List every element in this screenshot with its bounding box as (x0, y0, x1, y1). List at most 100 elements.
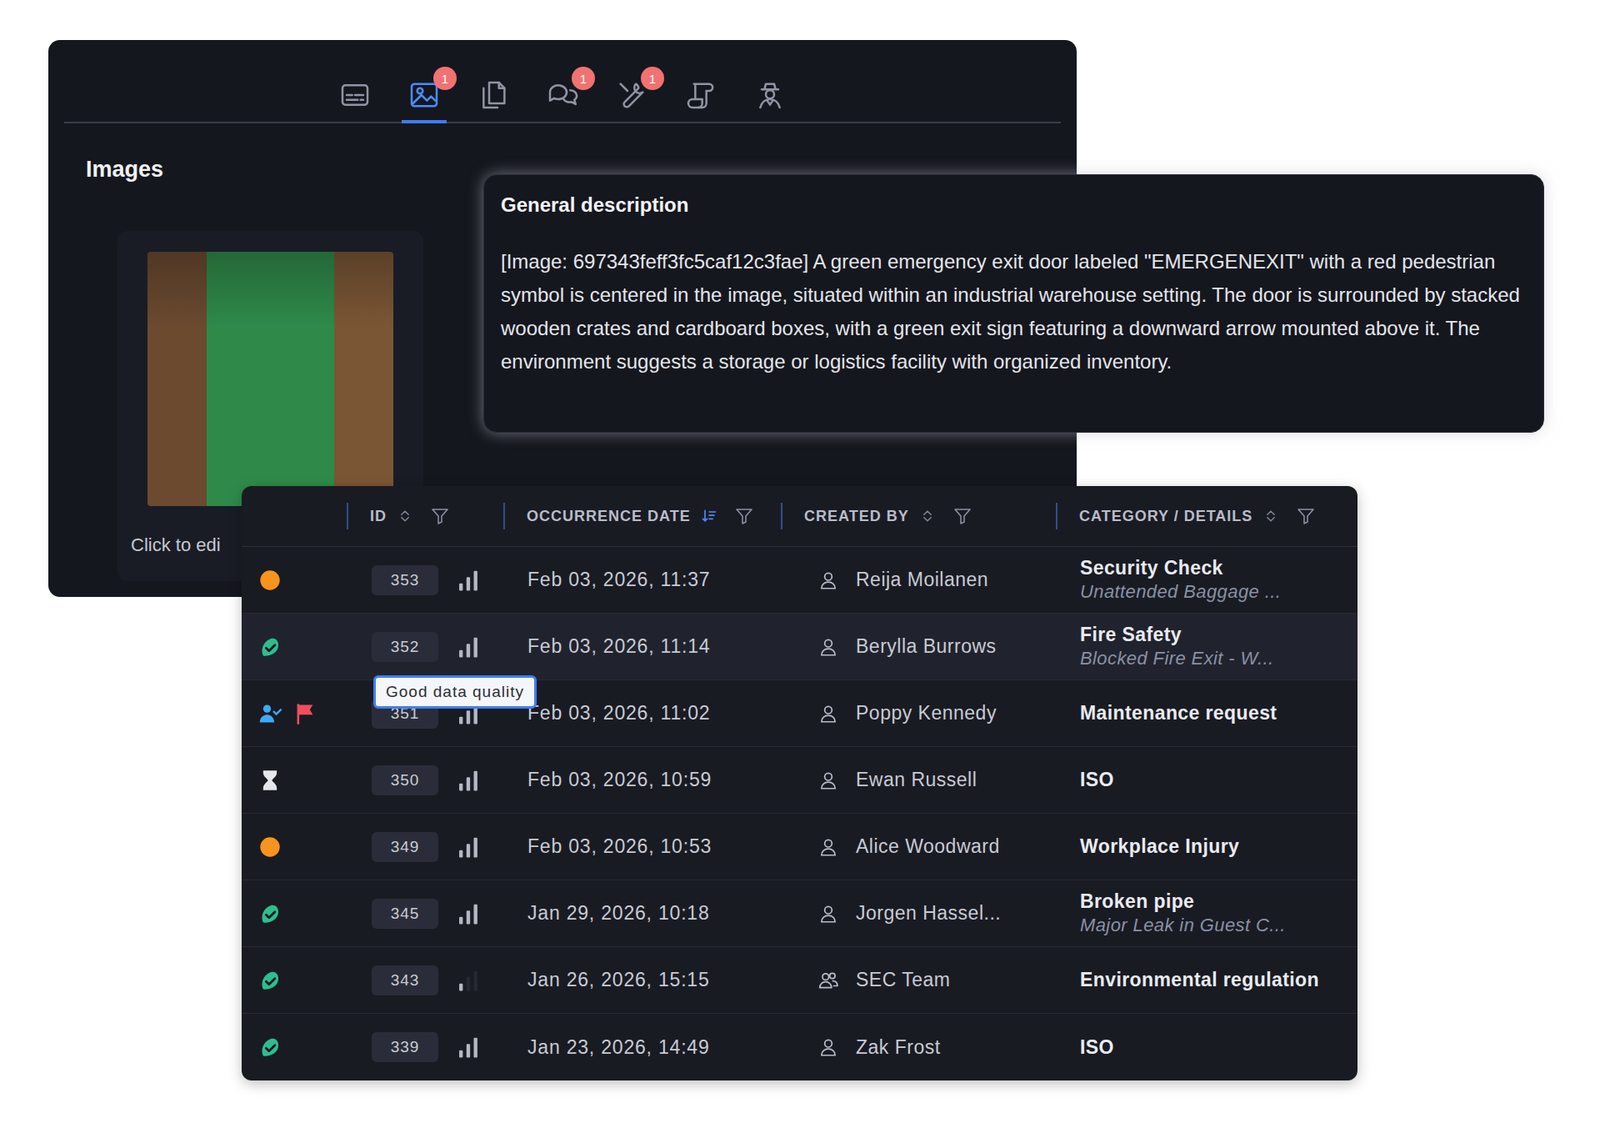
tab-badge: 1 (640, 66, 665, 90)
column-header[interactable]: CATEGORY / DETAILS (1055, 502, 1358, 530)
assigned-icon (258, 701, 282, 725)
image-thumbnail[interactable] (147, 251, 394, 506)
data-quality-icon[interactable] (455, 767, 480, 793)
person-icon (817, 635, 840, 658)
category-details: Unattended Baggage ... (1080, 580, 1353, 604)
creator-name: Zak Frost (855, 1035, 941, 1059)
tab[interactable] (470, 78, 516, 124)
category: ISO (1080, 1035, 1353, 1060)
id-badge[interactable]: 352 (371, 631, 439, 662)
table-row[interactable]: 349 Feb 03, 2026, 10:53 Alice Woodward W… (241, 813, 1358, 880)
tab[interactable] (332, 78, 378, 124)
tab[interactable]: 1 (401, 78, 447, 124)
id-badge[interactable]: 343 (371, 965, 439, 995)
category-cell: Workplace Injury (1055, 834, 1358, 859)
category: Broken pipe (1080, 889, 1353, 914)
data-quality-icon[interactable] (455, 634, 480, 660)
column-label: OCCURRENCE DATE (526, 507, 691, 525)
category-cell: Environmental regulation (1055, 967, 1358, 992)
category-cell: Fire Safety Blocked Fire Exit - W... (1055, 622, 1358, 670)
date-cell: Jan 26, 2026, 15:15 (503, 968, 781, 991)
category-details: Blocked Fire Exit - W... (1080, 646, 1353, 670)
team-icon (817, 969, 840, 991)
status-cell (241, 768, 347, 792)
resolved-icon (258, 635, 282, 659)
person-icon (817, 769, 840, 791)
date-cell: Feb 03, 2026, 10:53 (503, 835, 781, 858)
data-quality-icon[interactable] (455, 900, 480, 926)
id-cell: 345 (346, 880, 504, 946)
creator-cell: Alice Woodward (780, 835, 1056, 858)
creator-name: Poppy Kennedy (855, 701, 997, 725)
status-cell (241, 1035, 347, 1059)
tab[interactable]: 1 (540, 78, 585, 124)
person-icon (817, 835, 840, 858)
table-row[interactable]: 350 Feb 03, 2026, 10:59 Ewan Russell ISO (241, 746, 1358, 814)
creator-name: Berylla Burrows (855, 635, 997, 658)
date-cell: Feb 03, 2026, 11:02 (503, 701, 781, 725)
sort-icon[interactable] (396, 507, 414, 525)
category-cell: Security Check Unattended Baggage ... (1055, 555, 1358, 603)
status-cell (241, 901, 347, 925)
person-icon (817, 1035, 840, 1058)
tab-bar: 1 1 1 (64, 40, 1061, 124)
description-popover: General description [Image: 697343feff3f… (483, 174, 1545, 433)
id-badge[interactable]: 349 (371, 831, 439, 862)
creator-cell: Berylla Burrows (780, 635, 1056, 658)
id-badge[interactable]: 350 (371, 765, 439, 795)
table-row[interactable]: 343 Jan 26, 2026, 15:15 SEC Team Environ… (241, 946, 1358, 1014)
table-row[interactable]: 353 Feb 03, 2026, 11:37 Reija Moilanen S… (241, 546, 1358, 614)
resolved-icon (258, 1035, 282, 1059)
status-cell (241, 835, 347, 859)
column-label: CATEGORY / DETAILS (1079, 507, 1253, 525)
category: Maintenance request (1080, 700, 1353, 725)
status-cell (241, 568, 347, 592)
data-quality-icon[interactable] (455, 967, 480, 993)
person-icon (817, 569, 840, 591)
filter-icon[interactable] (1295, 505, 1316, 526)
flag-icon (293, 701, 317, 725)
filter-icon[interactable] (430, 505, 450, 526)
sort-icon[interactable] (919, 507, 936, 525)
status-cell (241, 968, 347, 992)
id-cell: 343 (346, 946, 504, 1013)
id-cell: 339 (346, 1013, 504, 1080)
id-cell: 352 Good data quality (346, 613, 504, 680)
column-header[interactable]: ID (346, 502, 504, 530)
category-cell: ISO (1055, 1035, 1358, 1060)
dot-icon (258, 568, 282, 592)
status-cell (241, 701, 347, 725)
creator-name: Reija Moilanen (855, 568, 989, 591)
table-row[interactable]: 345 Jan 29, 2026, 10:18 Jorgen Hassel...… (241, 880, 1358, 947)
data-quality-icon[interactable] (455, 567, 480, 593)
person-icon (817, 902, 840, 925)
sort-icon[interactable] (1262, 507, 1280, 525)
resolved-icon (258, 901, 282, 925)
filter-icon[interactable] (952, 505, 973, 526)
creator-name: Alice Woodward (855, 835, 1000, 858)
sort-descending-icon[interactable] (700, 507, 718, 525)
table-row[interactable]: 339 Jan 23, 2026, 14:49 Zak Frost ISO (241, 1013, 1358, 1080)
id-badge[interactable]: 353 (371, 565, 439, 595)
category: Workplace Injury (1080, 834, 1353, 859)
table-row[interactable]: 352 Good data quality Feb 03, 2026, 11:1… (241, 613, 1358, 680)
filter-icon[interactable] (734, 505, 755, 526)
column-label: ID (370, 507, 387, 525)
data-quality-tooltip: Good data quality (373, 675, 537, 709)
category: ISO (1080, 767, 1353, 792)
data-quality-icon[interactable] (455, 1034, 480, 1060)
creator-cell: Reija Moilanen (780, 568, 1056, 591)
data-quality-icon[interactable] (455, 834, 480, 860)
column-header[interactable]: CREATED BY (780, 502, 1056, 530)
id-badge[interactable]: 339 (371, 1031, 439, 1062)
category-details: Major Leak in Guest C... (1080, 913, 1353, 937)
tab-badge: 1 (433, 66, 457, 90)
id-cell: 353 (346, 546, 504, 613)
tab[interactable]: 1 (609, 78, 655, 124)
tab[interactable] (747, 78, 793, 124)
id-badge[interactable]: 345 (371, 898, 439, 929)
column-header[interactable]: OCCURRENCE DATE (503, 502, 781, 530)
tab[interactable] (678, 78, 724, 124)
creator-cell: Zak Frost (780, 1035, 1056, 1059)
column-label: CREATED BY (804, 507, 910, 525)
